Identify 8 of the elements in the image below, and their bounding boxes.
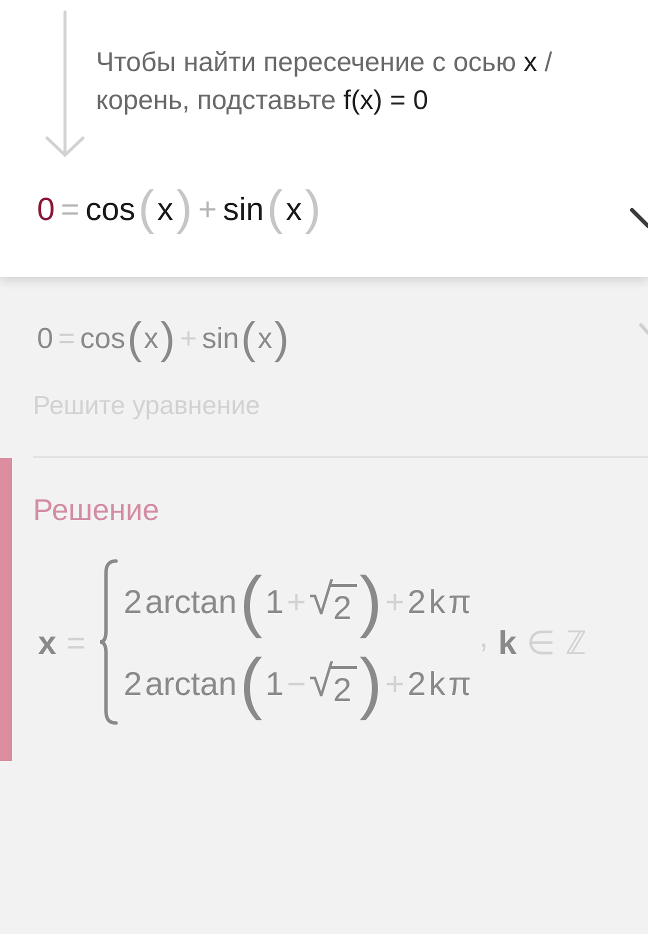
down-arrow-icon — [45, 10, 85, 158]
brace-icon — [98, 559, 118, 725]
formula-lhs: x = — [38, 626, 86, 658]
previous-equation: 0 = cos(x)+ sin(x) — [37, 317, 289, 361]
solution-title: Решение — [33, 493, 160, 529]
chevron-icon[interactable] — [630, 208, 648, 228]
hint-text: Чтобы найти пересечение с осью x / корень, подставьте f(x) = 0 — [96, 46, 554, 117]
step-equation: 0 = cos(x)+ sin(x) — [37, 185, 321, 233]
